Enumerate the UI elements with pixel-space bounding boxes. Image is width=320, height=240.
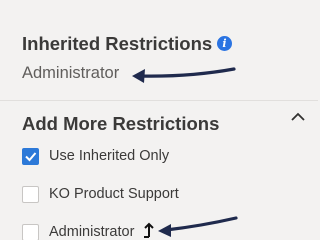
annotation-arrow-icon [158,216,238,237]
annotation-arrow-icon [132,67,236,83]
option-label: KO Product Support [49,186,179,202]
info-icon[interactable]: i [217,36,232,51]
option-use-inherited-only[interactable]: Use Inherited Only [22,146,169,166]
add-more-restrictions-title: Add More Restrictions [22,113,220,134]
cursor-arrow-icon [144,222,154,238]
section-divider [0,100,318,101]
checkbox-unchecked[interactable] [22,185,39,203]
option-administrator[interactable]: Administrator [22,222,134,240]
checkbox-checked[interactable] [22,147,39,165]
option-label: Use Inherited Only [49,148,170,164]
checkbox-unchecked[interactable] [22,223,39,240]
inherited-restrictions-section: Inherited Restrictions i Administrator [0,0,318,101]
chevron-up-icon[interactable] [286,109,310,125]
inherited-restrictions-title: Inherited Restrictions [22,33,213,54]
option-ko-product-support[interactable]: KO Product Support [22,184,179,204]
inherited-restriction-value: Administrator [22,64,120,82]
option-label: Administrator [49,224,135,240]
